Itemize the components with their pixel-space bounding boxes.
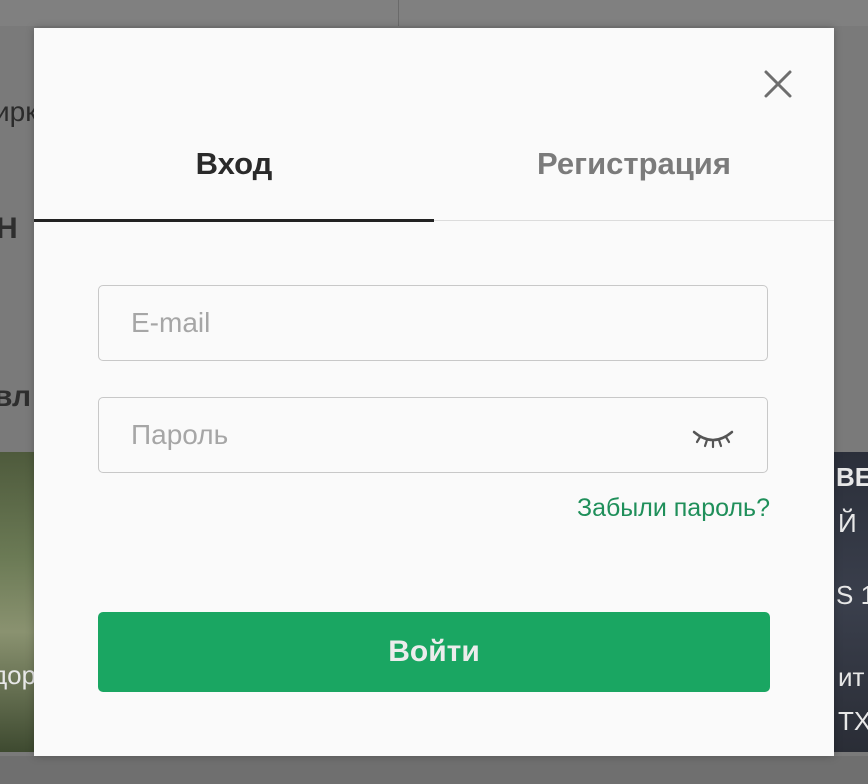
close-button[interactable] bbox=[760, 66, 796, 102]
tab-registration[interactable]: Регистрация bbox=[434, 128, 834, 220]
background-image-caption: ТХ bbox=[838, 706, 868, 736]
background-bottom-strip bbox=[0, 756, 868, 784]
page-backdrop: ирк Н вл дор ВЕ Й S 1 ит ТХ Вход Регистр… bbox=[0, 0, 868, 784]
auth-tabs: Вход Регистрация bbox=[34, 128, 834, 222]
background-image bbox=[0, 452, 34, 752]
background-topbar bbox=[0, 0, 868, 26]
background-image-caption: дор bbox=[0, 660, 37, 690]
tab-registration-label: Регистрация bbox=[537, 146, 731, 181]
background-image-caption: S 1 bbox=[836, 580, 868, 610]
password-field[interactable] bbox=[99, 398, 767, 472]
login-modal: Вход Регистрация Забыли пар bbox=[34, 28, 834, 756]
email-field[interactable] bbox=[99, 286, 767, 360]
close-icon bbox=[764, 70, 792, 98]
background-image-caption: ит bbox=[838, 662, 865, 692]
background-image-caption: ВЕ bbox=[836, 462, 868, 492]
tab-login[interactable]: Вход bbox=[34, 128, 434, 222]
tab-login-label: Вход bbox=[195, 146, 273, 181]
background-topbar-divider bbox=[398, 0, 399, 26]
eye-closed-icon[interactable] bbox=[691, 426, 735, 450]
email-field-wrapper bbox=[98, 285, 768, 361]
background-text: Н bbox=[0, 212, 18, 245]
login-button[interactable]: Войти bbox=[98, 612, 770, 692]
forgot-password-link[interactable]: Забыли пароль? bbox=[577, 494, 770, 523]
password-field-wrapper bbox=[98, 397, 768, 473]
background-text: ирк bbox=[0, 96, 38, 127]
background-image-caption: Й bbox=[838, 508, 857, 538]
background-text: вл bbox=[0, 380, 32, 413]
